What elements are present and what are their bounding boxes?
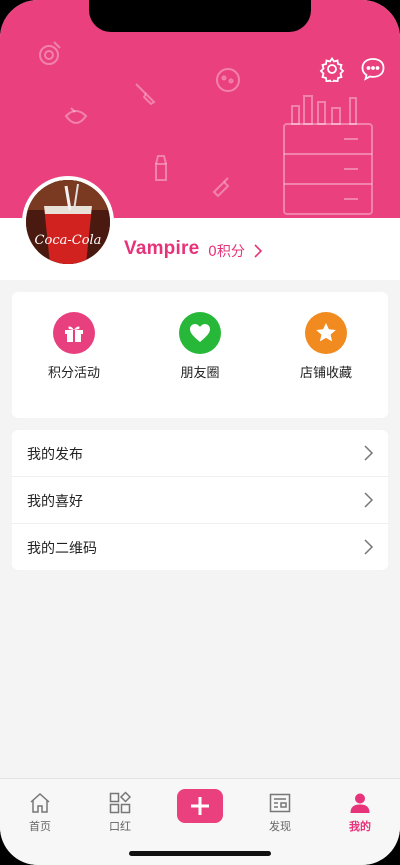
menu-item-label: 我的发布 bbox=[27, 447, 83, 463]
tab-label: 首页 bbox=[29, 820, 51, 833]
plus-icon bbox=[191, 797, 209, 815]
grid-icon bbox=[109, 791, 132, 814]
tab-label: 口红 bbox=[109, 820, 131, 833]
feature-points-activity[interactable]: 积分活动 bbox=[24, 312, 124, 381]
news-icon bbox=[269, 793, 291, 813]
feature-label: 积分活动 bbox=[47, 366, 100, 381]
lip-icon bbox=[64, 107, 88, 124]
menu-item-my-posts[interactable]: 我的发布 bbox=[12, 430, 388, 477]
settings-icon[interactable] bbox=[319, 56, 345, 86]
menu-item-my-qrcode[interactable]: 我的二维码 bbox=[12, 524, 388, 570]
star-icon bbox=[305, 312, 347, 354]
menu-item-label: 我的喜好 bbox=[27, 494, 83, 510]
person-icon bbox=[350, 793, 370, 813]
home-indicator bbox=[129, 851, 271, 856]
chevron-right-icon[interactable] bbox=[252, 243, 264, 259]
chevron-right-icon bbox=[364, 539, 374, 555]
avatar[interactable]: Coca-Cola bbox=[22, 176, 114, 268]
add-post-button[interactable] bbox=[177, 789, 223, 823]
menu-item-my-likes[interactable]: 我的喜好 bbox=[12, 477, 388, 524]
tab-mine[interactable]: 我的 bbox=[330, 791, 390, 834]
lipstick-small-icon bbox=[212, 177, 230, 198]
menu-item-label: 我的二维码 bbox=[27, 541, 97, 557]
lipstick-icon bbox=[155, 155, 167, 181]
svg-text:Coca-Cola: Coca-Cola bbox=[35, 233, 102, 248]
profile-screen: Coca-Cola Vampire 0积分 积分活动 朋友圈 店铺收藏 我的发布… bbox=[0, 0, 400, 865]
gift-icon bbox=[53, 312, 95, 354]
avatar-image: Coca-Cola bbox=[26, 180, 110, 264]
feature-store-favorites[interactable]: 店铺收藏 bbox=[276, 312, 376, 381]
device-notch bbox=[89, 0, 311, 32]
heart-icon bbox=[179, 312, 221, 354]
compact-icon bbox=[39, 41, 61, 65]
tab-home[interactable]: 首页 bbox=[10, 791, 70, 834]
message-icon[interactable] bbox=[360, 56, 386, 82]
tab-label: 发现 bbox=[269, 820, 291, 833]
tab-label: 我的 bbox=[349, 820, 371, 833]
home-icon bbox=[30, 792, 50, 813]
menu-list: 我的发布 我的喜好 我的二维码 bbox=[12, 430, 388, 570]
tab-discover[interactable]: 发现 bbox=[250, 791, 310, 834]
brush-icon bbox=[135, 83, 156, 106]
chevron-right-icon bbox=[364, 445, 374, 461]
points-link[interactable]: 0积分 bbox=[208, 241, 245, 261]
tab-lipstick[interactable]: 口红 bbox=[90, 791, 150, 834]
feature-card: 积分活动 朋友圈 店铺收藏 bbox=[12, 292, 388, 418]
username: Vampire bbox=[124, 238, 200, 259]
makeup-cabinet-icon bbox=[283, 95, 373, 215]
feature-label: 店铺收藏 bbox=[299, 366, 352, 381]
powder-icon bbox=[216, 68, 240, 92]
feature-label: 朋友圈 bbox=[180, 366, 220, 381]
chevron-right-icon bbox=[364, 492, 374, 508]
feature-moments[interactable]: 朋友圈 bbox=[150, 312, 250, 381]
